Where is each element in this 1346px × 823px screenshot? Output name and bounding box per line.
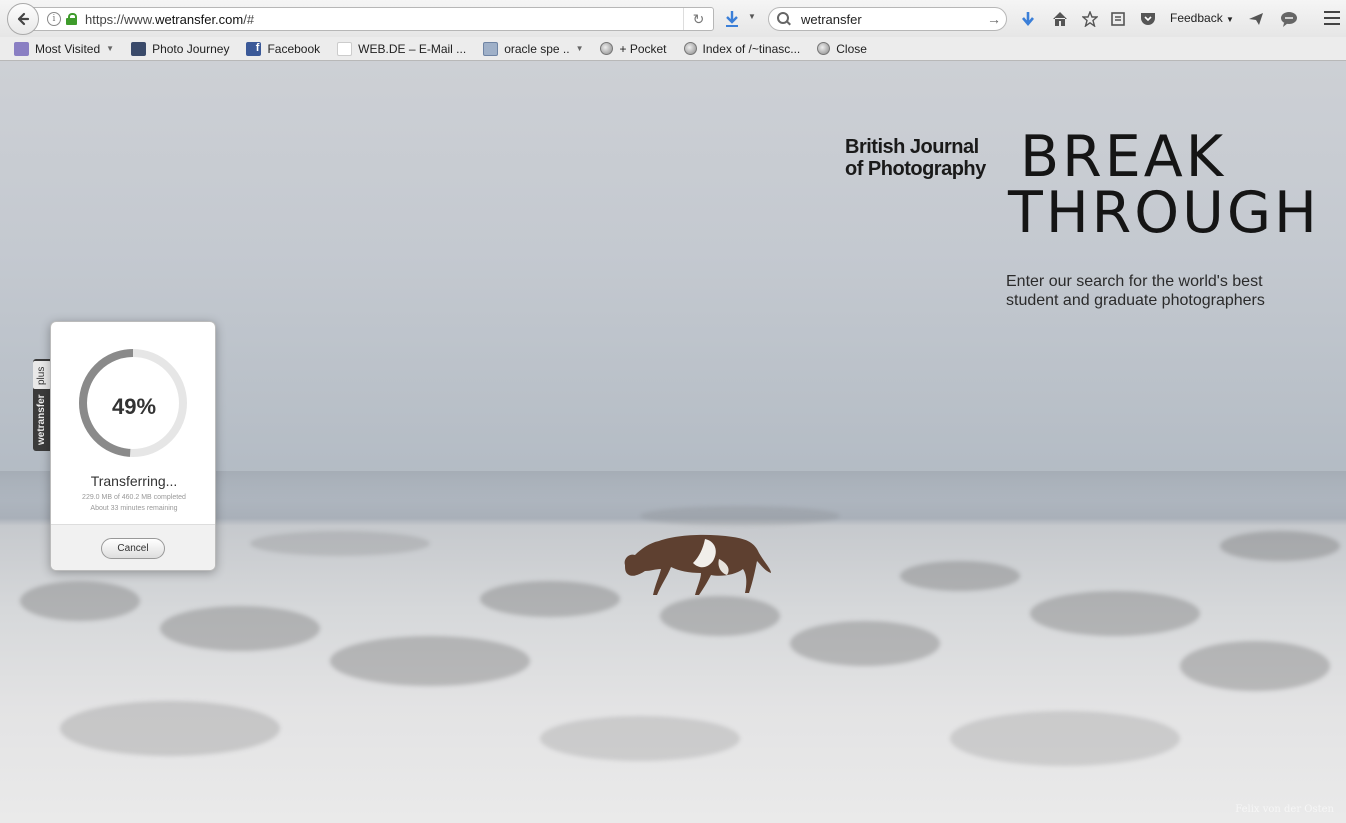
hamburger-menu-icon[interactable] bbox=[1324, 11, 1340, 25]
bookmark-label: Most Visited bbox=[35, 41, 101, 56]
send-icon[interactable] bbox=[1245, 8, 1267, 30]
search-input[interactable]: wetransfer bbox=[801, 12, 982, 27]
transfer-progress-details: 229.0 MB of 460.2 MB completed About 33 … bbox=[51, 492, 217, 514]
completed-text: 229.0 MB of 460.2 MB completed bbox=[82, 494, 186, 501]
search-bar[interactable]: wetransfer → bbox=[768, 7, 1007, 31]
url-domain: wetransfer.com bbox=[155, 11, 244, 27]
url-text[interactable]: https://www.wetransfer.com/# bbox=[85, 12, 683, 27]
bookmark-label: Facebook bbox=[267, 41, 321, 56]
horse-image bbox=[624, 534, 771, 595]
reload-icon[interactable]: ↻ bbox=[683, 8, 713, 30]
search-icon bbox=[777, 12, 791, 26]
globe-icon bbox=[817, 42, 831, 55]
globe-icon bbox=[683, 42, 697, 55]
bookmark-close[interactable]: Close bbox=[817, 42, 867, 56]
breakthrough-headline[interactable]: BREAK THROUGH bbox=[1008, 124, 1320, 246]
bjp-logo-line2: of Photography bbox=[845, 158, 986, 180]
plus-label: plus bbox=[36, 366, 47, 385]
bookmark-label: oracle spe .. bbox=[504, 41, 570, 56]
bjp-logo[interactable]: British Journal of Photography bbox=[845, 136, 986, 180]
wetransfer-side-tab[interactable]: plus wetransfer bbox=[33, 359, 51, 451]
bookmarks-bar: Most Visited ▼ Photo Journey f Facebook W… bbox=[0, 37, 1346, 61]
lock-icon bbox=[66, 13, 77, 25]
most-visited-icon bbox=[14, 41, 29, 56]
wetransfer-label: wetransfer bbox=[36, 394, 47, 445]
bookmark-label: WEB.DE – E-Mail ... bbox=[358, 41, 467, 56]
reading-list-icon[interactable] bbox=[1107, 8, 1129, 30]
bookmark-photo-journey[interactable]: Photo Journey bbox=[131, 41, 230, 56]
tagline-line1: Enter our search for the world's best bbox=[1006, 273, 1263, 290]
search-go-icon[interactable]: → bbox=[982, 11, 1006, 27]
bookmark-facebook[interactable]: f Facebook bbox=[246, 41, 321, 56]
chevron-down-icon: ▼ bbox=[1226, 15, 1234, 24]
cancel-button[interactable]: Cancel bbox=[101, 538, 165, 559]
pocket-icon[interactable] bbox=[1137, 8, 1159, 30]
bookmark-label: Index of /~tinasc... bbox=[702, 41, 801, 56]
transfer-status: Transferring... bbox=[90, 473, 178, 489]
photo-credit: Felix von der Osten bbox=[1235, 804, 1334, 815]
tagline-line2: student and graduate photographers bbox=[1006, 292, 1265, 309]
ad-tagline[interactable]: Enter our search for the world's best st… bbox=[1006, 272, 1286, 310]
headline-line1: BREAK bbox=[1020, 124, 1227, 190]
url-prefix: https://www. bbox=[85, 11, 156, 27]
bookmark-index[interactable]: Index of /~tinasc... bbox=[683, 41, 801, 56]
bookmark-label: Photo Journey bbox=[152, 41, 230, 56]
feedback-menu[interactable]: Feedback ▼ bbox=[1170, 11, 1234, 25]
home-icon[interactable] bbox=[1049, 8, 1071, 30]
downloads-icon[interactable] bbox=[1017, 8, 1039, 30]
site-info-icon[interactable]: i bbox=[47, 12, 61, 26]
wetransfer-page: British Journal of Photography BREAK THR… bbox=[0, 61, 1346, 823]
remaining-text: About 33 minutes remaining bbox=[90, 505, 178, 512]
chat-icon[interactable] bbox=[1278, 8, 1300, 30]
download-dropdown-icon[interactable]: ▼ bbox=[748, 12, 756, 21]
bookmark-star-icon[interactable] bbox=[1079, 8, 1101, 30]
url-suffix: /# bbox=[243, 11, 255, 27]
browser-toolbar: i https://www.wetransfer.com/# ↻ ▼ wetra… bbox=[0, 0, 1346, 37]
photo-journey-icon bbox=[131, 41, 147, 56]
headline-line2: THROUGH bbox=[1008, 180, 1320, 246]
back-arrow-icon bbox=[17, 12, 30, 26]
panel-footer: Cancel bbox=[51, 524, 215, 570]
bookmark-pocket[interactable]: + Pocket bbox=[600, 41, 667, 56]
bookmark-webde[interactable]: WEB.DE – E-Mail ... bbox=[337, 41, 467, 56]
transfer-panel: 49% Transferring... 229.0 MB of 460.2 MB… bbox=[50, 321, 216, 571]
url-bar[interactable]: i https://www.wetransfer.com/# ↻ bbox=[30, 7, 714, 31]
chevron-down-icon: ▼ bbox=[106, 44, 115, 53]
feedback-label: Feedback bbox=[1170, 11, 1223, 25]
chevron-down-icon: ▼ bbox=[575, 44, 584, 53]
bookmark-label: Close bbox=[836, 41, 867, 56]
webde-icon bbox=[337, 41, 353, 56]
progress-percent: 49% bbox=[111, 394, 157, 419]
bookmark-label: + Pocket bbox=[619, 41, 667, 56]
back-button[interactable] bbox=[7, 3, 39, 35]
bookmark-oracle-folder[interactable]: oracle spe .. ▼ bbox=[483, 41, 584, 56]
bookmark-most-visited[interactable]: Most Visited ▼ bbox=[14, 41, 115, 56]
download-icon[interactable] bbox=[722, 8, 742, 30]
bjp-logo-line1: British Journal bbox=[845, 136, 979, 158]
globe-icon bbox=[600, 42, 614, 55]
folder-icon bbox=[483, 41, 499, 56]
facebook-icon: f bbox=[246, 41, 262, 56]
